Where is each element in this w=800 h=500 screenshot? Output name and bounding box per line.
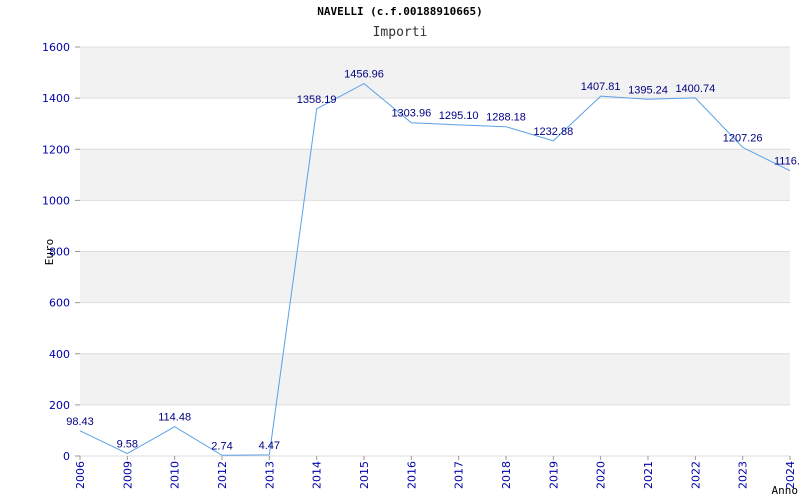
data-label: 1407.81: [581, 81, 621, 93]
x-tick-label: 2020: [595, 461, 608, 489]
data-label: 9.58: [117, 439, 138, 451]
data-label: 1303.96: [391, 108, 431, 120]
x-axis-label: Anno: [772, 484, 799, 497]
data-label: 2.74: [211, 440, 232, 452]
x-tick-label: 2015: [358, 461, 371, 489]
data-label: 98.43: [66, 416, 94, 428]
line-chart: 02004006008001000120014001600 2006 2009 20…: [42, 41, 800, 497]
data-label: 1288.18: [486, 112, 526, 124]
x-tick-label: 2012: [216, 461, 229, 489]
x-tick-label: 2021: [642, 461, 655, 489]
y-tick-label: 1400: [42, 92, 70, 105]
y-tick-label: 600: [49, 297, 70, 310]
y-tick-label: 1000: [42, 194, 70, 207]
x-tick-label: 2016: [405, 461, 418, 489]
x-tick-label: 2017: [453, 461, 466, 489]
x-tick-label: 2010: [169, 461, 182, 489]
x-axis-ticks: 2006 2009 2010 2012 2013 2014 2015 2016 2017 2018…: [74, 456, 797, 489]
grid-bands: [80, 47, 790, 405]
data-label: 1295.10: [439, 110, 479, 122]
data-label: 4.47: [259, 440, 280, 452]
data-label: 1116.1: [774, 156, 800, 168]
x-tick-label: 2018: [500, 461, 513, 489]
x-tick-label: 2019: [547, 461, 560, 489]
x-tick-label: 2009: [121, 461, 134, 489]
data-label: 1207.26: [723, 132, 763, 144]
y-tick-label: 0: [63, 450, 70, 463]
x-tick-label: 2023: [737, 461, 750, 489]
x-tick-label: 2013: [263, 461, 276, 489]
x-tick-label: 2022: [689, 461, 702, 489]
y-axis-label: Euro: [43, 239, 56, 266]
y-tick-label: 400: [49, 348, 70, 361]
data-label: 114.48: [158, 412, 191, 424]
data-label: 1358.19: [297, 94, 337, 106]
data-label: 1395.24: [628, 84, 668, 96]
data-label: 1456.96: [344, 69, 384, 81]
y-tick-label: 200: [49, 399, 70, 412]
y-tick-label: 1200: [42, 143, 70, 156]
data-label: 1232.88: [533, 126, 573, 138]
grid-band: [80, 149, 790, 201]
x-tick-label: 2006: [74, 461, 87, 489]
data-label: 1400.74: [675, 83, 715, 95]
y-tick-label: 1600: [42, 41, 70, 54]
x-tick-label: 2014: [311, 461, 324, 489]
grid-band: [80, 251, 790, 303]
grid-band: [80, 353, 790, 405]
